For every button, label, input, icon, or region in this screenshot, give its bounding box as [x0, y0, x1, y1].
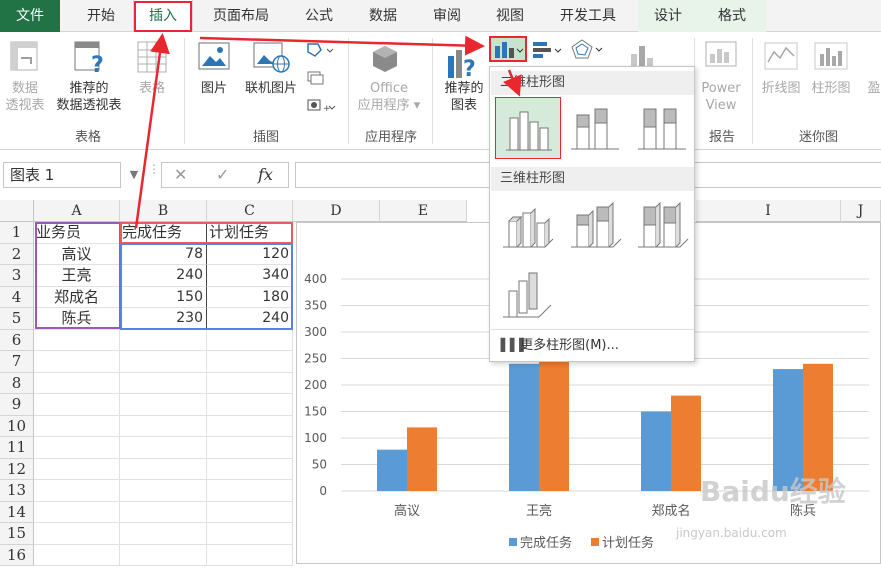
watermark-url: jingyan.baidu.com: [676, 526, 787, 540]
watermark-logo: Baidu经验: [700, 475, 846, 508]
